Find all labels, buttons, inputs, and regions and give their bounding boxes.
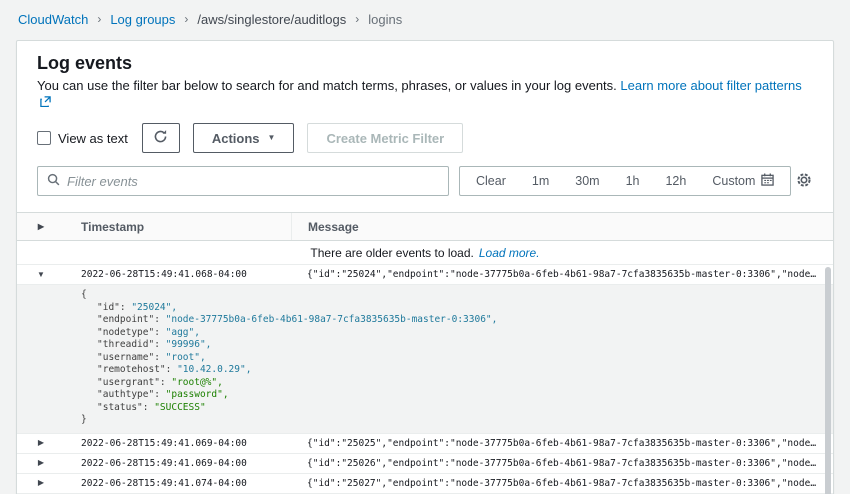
json-field: "username": "root", [17,352,833,365]
external-link-icon [40,95,51,111]
expand-row-icon[interactable]: ▶ [38,479,44,487]
search-icon [47,173,60,189]
gear-icon [795,171,813,192]
log-events-panel: Log events You can use the filter bar be… [16,40,834,494]
range-12h-button[interactable]: 12h [652,174,699,188]
refresh-button[interactable] [142,123,180,153]
column-header-timestamp[interactable]: Timestamp [65,213,291,240]
expanded-event-json: { "id": "25024", "endpoint": "node-37775… [17,285,833,434]
range-1h-button[interactable]: 1h [613,174,653,188]
refresh-icon [153,129,168,147]
actions-button[interactable]: Actions ▼ [193,123,295,153]
breadcrumb-item-current: logins [368,12,402,27]
settings-gear-button[interactable] [795,171,813,192]
filter-events-input[interactable] [67,174,439,189]
breadcrumb-separator-icon: › [184,12,188,26]
row-timestamp: 2022-06-28T15:49:41.074-04:00 [65,478,291,489]
time-range-group: Clear 1m 30m 1h 12h Custom [459,166,791,196]
log-row[interactable]: ▶ 2022-06-28T15:49:41.069-04:00 {"id":"2… [17,454,833,474]
json-field: "endpoint": "node-37775b0a-6feb-4b61-98a… [17,314,833,327]
json-close-brace: } [17,414,833,427]
breadcrumb-item-log-group[interactable]: /aws/singlestore/auditlogs [197,12,346,27]
expand-row-icon[interactable]: ▶ [38,459,44,467]
actions-toolbar: View as text Actions ▼ Create Metric Fil… [17,111,833,153]
custom-range-button[interactable]: Custom [699,173,787,189]
breadcrumb-item-log-groups[interactable]: Log groups [110,12,175,27]
expand-all-icon[interactable]: ▶ [38,223,44,231]
json-field: "usergrant": "root@%", [17,377,833,390]
breadcrumb-separator-icon: › [97,12,101,26]
load-more-link[interactable]: Load more. [479,246,540,260]
log-row[interactable]: ▶ 2022-06-28T15:49:41.074-04:00 {"id":"2… [17,474,833,494]
expand-row-icon[interactable]: ▶ [38,439,44,447]
breadcrumb-separator-icon: › [355,12,359,26]
collapse-row-icon[interactable]: ▼ [37,271,45,279]
row-message: {"id":"25026","endpoint":"node-37775b0a-… [291,458,833,469]
page-title: Log events [37,53,813,73]
clear-range-button[interactable]: Clear [463,174,519,188]
json-field: "threadid": "99996", [17,339,833,352]
json-field: "status": "SUCCESS" [17,402,833,415]
row-timestamp: 2022-06-28T15:49:41.069-04:00 [65,438,291,449]
range-1m-button[interactable]: 1m [519,174,562,188]
calendar-icon [761,173,774,189]
json-field: "id": "25024", [17,302,833,315]
caret-down-icon: ▼ [268,134,276,142]
json-field: "authtype": "password", [17,389,833,402]
older-events-row: There are older events to load. Load mor… [17,241,833,265]
create-metric-filter-button[interactable]: Create Metric Filter [307,123,463,153]
log-row-expanded[interactable]: ▼ 2022-06-28T15:49:41.068-04:00 {"id":"2… [17,265,833,285]
json-open-brace: { [17,289,833,302]
breadcrumb-item-cloudwatch[interactable]: CloudWatch [18,12,88,27]
table-header: ▶ Timestamp Message [17,213,833,241]
row-timestamp: 2022-06-28T15:49:41.068-04:00 [65,269,291,280]
log-row[interactable]: ▶ 2022-06-28T15:49:41.069-04:00 {"id":"2… [17,434,833,454]
range-30m-button[interactable]: 30m [562,174,612,188]
scrollbar-thumb[interactable] [825,267,831,494]
column-header-message[interactable]: Message [291,213,833,240]
row-timestamp: 2022-06-28T15:49:41.069-04:00 [65,458,291,469]
row-message: {"id":"25027","endpoint":"node-37775b0a-… [291,478,833,489]
filter-search-box [37,166,449,196]
row-message: {"id":"25025","endpoint":"node-37775b0a-… [291,438,833,449]
log-events-table: ▶ Timestamp Message There are older even… [17,212,833,494]
view-as-text-checkbox[interactable] [37,131,51,145]
json-field: "remotehost": "10.42.0.29", [17,364,833,377]
breadcrumb: CloudWatch › Log groups › /aws/singlesto… [0,0,850,38]
filter-bar: Clear 1m 30m 1h 12h Custom [17,153,833,196]
view-as-text-label: View as text [58,131,128,146]
row-message: {"id":"25024","endpoint":"node-37775b0a-… [291,269,833,280]
older-events-text: There are older events to load. [310,246,473,260]
vertical-scrollbar[interactable] [825,267,831,494]
page-description: You can use the filter bar below to sear… [37,78,813,111]
json-field: "nodetype": "agg", [17,327,833,340]
